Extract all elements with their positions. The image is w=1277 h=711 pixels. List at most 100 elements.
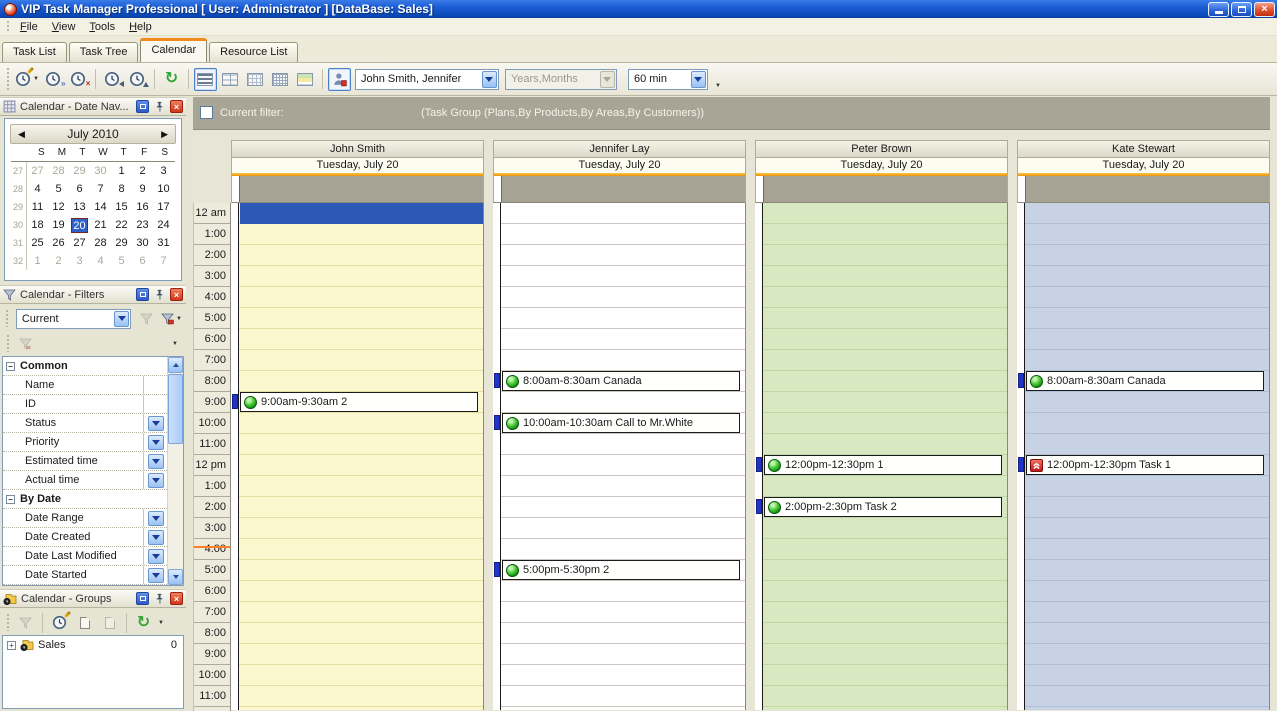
date-cell[interactable]: 3 [69, 255, 90, 267]
menu-item-tools[interactable]: Tools [82, 19, 122, 35]
tab-resource-list[interactable]: Resource List [209, 42, 298, 62]
date-cell[interactable]: 22 [111, 219, 132, 231]
calendar-event[interactable]: 12:00pm-12:30pm Task 1 [1026, 455, 1264, 475]
group-new-task-button[interactable] [48, 611, 71, 634]
tab-task-tree[interactable]: Task Tree [69, 42, 139, 62]
date-cell[interactable]: 1 [27, 255, 48, 267]
date-cell[interactable]: 10 [153, 183, 174, 195]
all-day-area[interactable] [493, 176, 746, 203]
column-date-header[interactable]: Tuesday, July 20 [231, 158, 484, 173]
date-cell[interactable]: 18 [27, 219, 48, 231]
toolbar-overflow-caret[interactable]: ▼ [715, 83, 721, 89]
filter-dropdown-button[interactable] [148, 511, 164, 526]
filter-field-status[interactable]: Status [3, 414, 167, 433]
calendar-event[interactable]: 10:00am-10:30am Call to Mr.White [502, 413, 740, 433]
date-cell[interactable]: 11 [27, 201, 48, 213]
current-filter-checkbox[interactable] [200, 106, 213, 119]
date-cell[interactable]: 26 [48, 237, 69, 249]
day-grid[interactable]: 12:00pm-12:30pm 1 2:00pm-2:30pm Task 2 [755, 203, 1008, 710]
menu-item-file[interactable]: File [13, 19, 45, 35]
date-cell[interactable]: 19 [48, 219, 69, 231]
column-name-header[interactable]: Kate Stewart [1017, 140, 1270, 158]
date-cell[interactable]: 12 [48, 201, 69, 213]
date-cell[interactable]: 6 [132, 255, 153, 267]
calendar-event[interactable]: 12:00pm-12:30pm 1 [764, 455, 1002, 475]
restore-button[interactable] [1231, 2, 1252, 17]
calendar-event[interactable]: 8:00am-8:30am Canada [502, 371, 740, 391]
all-day-area[interactable] [1017, 176, 1270, 203]
scroll-up-button[interactable] [168, 357, 183, 373]
column-name-header[interactable]: Jennifer Lay [493, 140, 746, 158]
date-cell[interactable]: 29 [111, 237, 132, 249]
date-cell[interactable]: 8 [111, 183, 132, 195]
resource-filter-button[interactable] [328, 68, 351, 91]
date-cell[interactable]: 3 [153, 165, 174, 177]
resource-filter-combo[interactable]: John Smith, Jennifer [355, 69, 499, 90]
pin-panel-button[interactable] [153, 592, 166, 605]
date-cell[interactable]: 13 [69, 201, 90, 213]
date-cell[interactable]: 17 [153, 201, 174, 213]
previous-month-arrow[interactable]: ◀ [18, 129, 25, 139]
column-date-header[interactable]: Tuesday, July 20 [493, 158, 746, 173]
date-cell[interactable]: 2 [48, 255, 69, 267]
filter-settings-caret[interactable]: ▼ [176, 316, 182, 322]
tab-task-list[interactable]: Task List [2, 42, 67, 62]
column-name-header[interactable]: John Smith [231, 140, 484, 158]
next-month-arrow[interactable]: ▶ [161, 129, 168, 139]
calendar-event[interactable]: 5:00pm-5:30pm 2 [502, 560, 740, 580]
filter-toolbar-overflow-caret[interactable]: ▼ [172, 341, 178, 347]
date-cell[interactable]: 30 [132, 237, 153, 249]
filter-field-priority[interactable]: Priority [3, 433, 167, 452]
scrollbar-thumb[interactable] [168, 374, 183, 444]
group-filter-button[interactable] [14, 611, 37, 634]
column-name-header[interactable]: Peter Brown [755, 140, 1008, 158]
all-day-area[interactable] [755, 176, 1008, 203]
new-task-button[interactable]: ▼ [14, 68, 40, 91]
edit-task-button[interactable]: » [42, 68, 65, 91]
pin-panel-button[interactable] [153, 100, 166, 113]
close-button[interactable]: × [1254, 2, 1275, 17]
groups-toolbar-overflow-caret[interactable]: ▼ [158, 620, 164, 626]
refresh-button[interactable]: ↻ [160, 68, 183, 91]
combo-arrow-icon[interactable] [482, 71, 497, 88]
menu-item-help[interactable]: Help [122, 19, 159, 35]
collapse-expander-icon[interactable]: − [6, 495, 15, 504]
date-cell[interactable]: 2 [132, 165, 153, 177]
calendar-event[interactable]: 2:00pm-2:30pm Task 2 [764, 497, 1002, 517]
date-cell[interactable]: 16 [132, 201, 153, 213]
clear-filter-button[interactable] [14, 332, 37, 355]
filter-field-date-range[interactable]: Date Range [3, 509, 167, 528]
filter-dropdown-button[interactable] [148, 416, 164, 431]
calendar-event[interactable]: 8:00am-8:30am Canada [1026, 371, 1264, 391]
filter-field-estimated-time[interactable]: Estimated time [3, 452, 167, 471]
date-cell[interactable]: 28 [48, 165, 69, 177]
date-cell[interactable]: 14 [90, 201, 111, 213]
dock-panel-button[interactable] [136, 100, 149, 113]
tab-calendar[interactable]: Calendar [140, 38, 207, 62]
pin-panel-button[interactable] [153, 288, 166, 301]
date-cell[interactable]: 20 [69, 218, 90, 233]
day-grid[interactable]: 8:00am-8:30am Canada 12:00pm-12:30pm Task… [1017, 203, 1270, 710]
date-cell[interactable]: 5 [111, 255, 132, 267]
filter-field-date-started[interactable]: Date Started [3, 566, 167, 585]
filters-scrollbar[interactable] [167, 357, 183, 585]
date-cell[interactable]: 7 [90, 183, 111, 195]
filter-field-actual-time[interactable]: Actual time [3, 471, 167, 490]
dock-panel-button[interactable] [136, 592, 149, 605]
filter-field-id[interactable]: ID [3, 395, 167, 414]
date-cell[interactable]: 7 [153, 255, 174, 267]
work-week-view-button[interactable] [219, 68, 242, 91]
new-task-dropdown-caret[interactable]: ▼ [33, 76, 39, 82]
delete-task-button[interactable]: × [67, 68, 90, 91]
move-task-up-button[interactable] [126, 68, 149, 91]
group-unassign-button[interactable] [98, 611, 121, 634]
scroll-down-button[interactable] [168, 569, 183, 585]
filter-field-date-last-modified[interactable]: Date Last Modified [3, 547, 167, 566]
filter-dropdown-button[interactable] [148, 530, 164, 545]
combo-arrow-icon[interactable] [691, 71, 706, 88]
filter-preset-combo[interactable]: Current [16, 309, 131, 329]
close-panel-button[interactable]: × [170, 100, 183, 113]
all-day-area[interactable] [231, 176, 484, 203]
date-cell[interactable]: 30 [90, 165, 111, 177]
day-grid[interactable]: 8:00am-8:30am Canada 10:00am-10:30am Call… [493, 203, 746, 710]
